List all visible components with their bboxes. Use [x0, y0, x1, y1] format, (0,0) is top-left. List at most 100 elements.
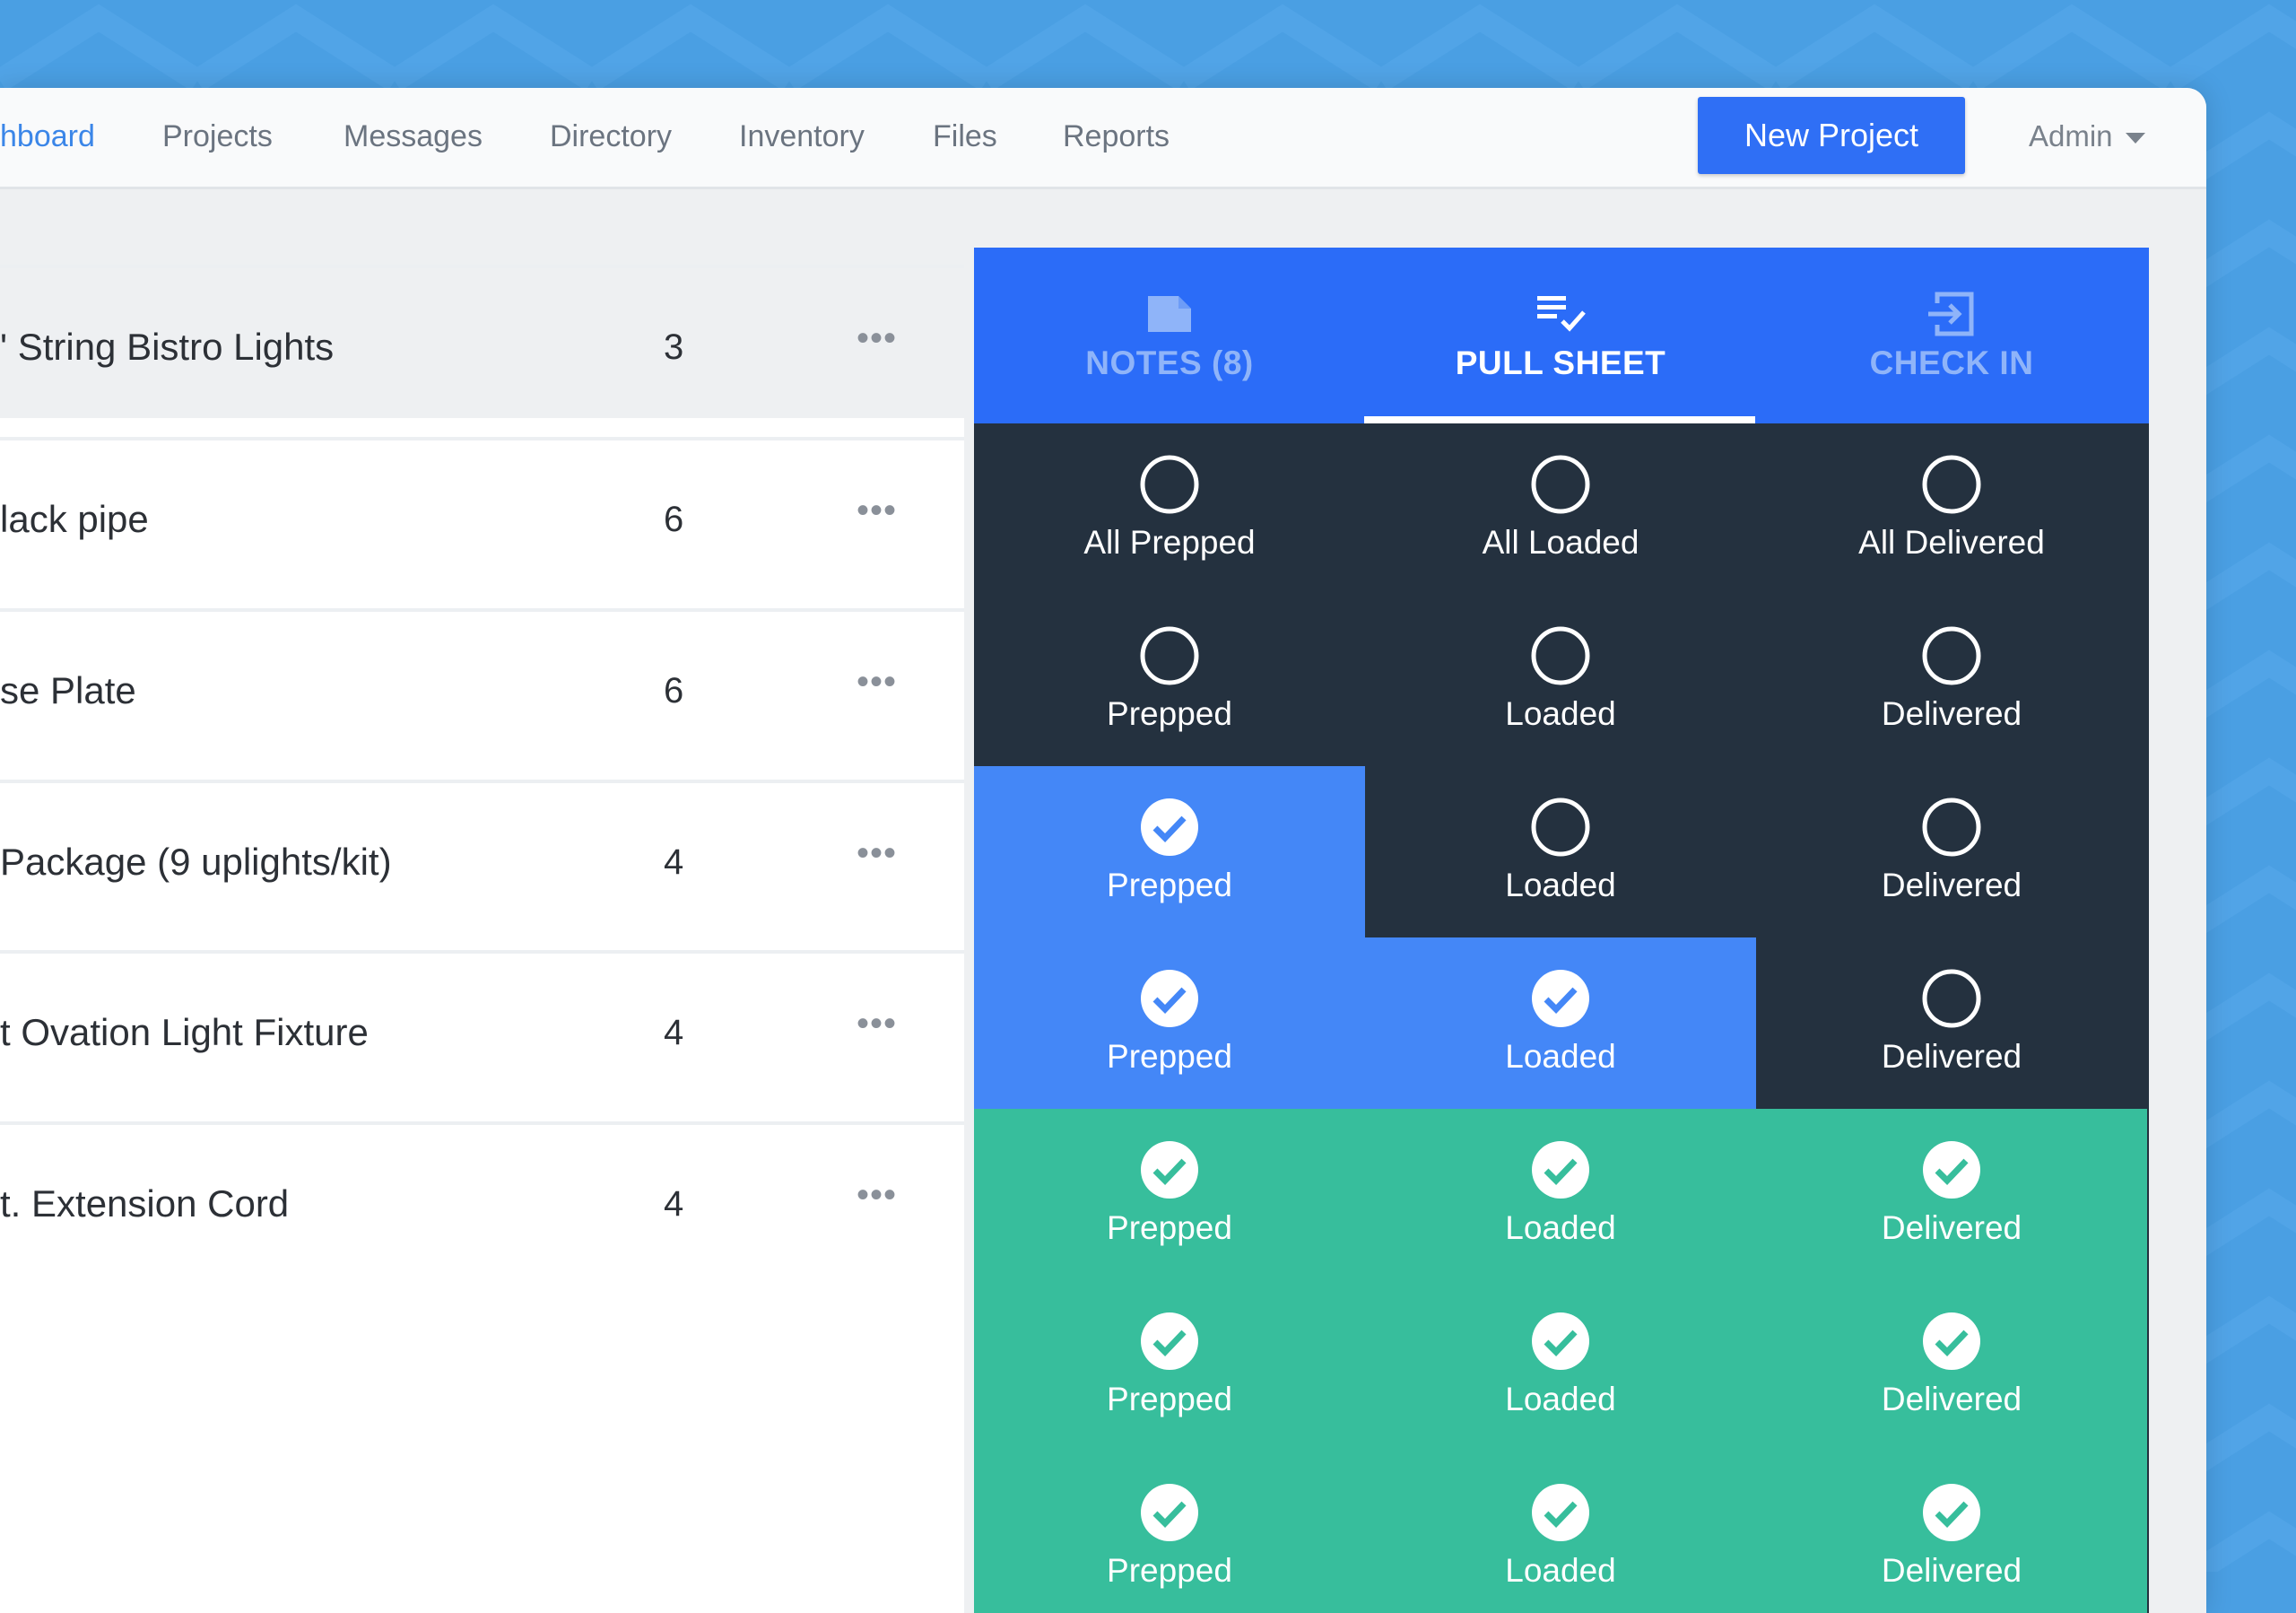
table-row[interactable]: lack pipe 6 ••• [0, 437, 964, 611]
table-row[interactable]: ' String Bistro Lights 3 ••• [0, 265, 964, 439]
status-label: Delivered [1881, 1038, 2022, 1075]
status-label: Delivered [1881, 1552, 2022, 1589]
table-row[interactable]: Package (9 uplights/kit) 4 ••• [0, 780, 964, 954]
check-circle-icon [1923, 1312, 1980, 1370]
status-toggle-delivered[interactable]: Delivered [1756, 937, 2147, 1109]
tab-check-in[interactable]: CHECK IN [1756, 248, 2147, 423]
status-toggle-prepped[interactable]: Prepped [974, 595, 1365, 766]
status-label: Delivered [1881, 695, 2022, 732]
tab-pull-sheet[interactable]: PULL SHEET [1365, 248, 1756, 423]
item-quantity: 4 [664, 842, 684, 882]
status-toggle-loaded[interactable]: Loaded [1365, 1452, 1756, 1613]
toggle-loaded-all[interactable]: All Loaded [1365, 423, 1756, 595]
nav-inventory[interactable]: Inventory [739, 118, 865, 154]
status-toggle-loaded[interactable]: Loaded [1365, 1280, 1756, 1452]
check-circle-icon [1923, 1141, 1980, 1199]
empty-circle-icon [1531, 455, 1590, 514]
table-row[interactable]: t Ovation Light Fixture 4 ••• [0, 950, 964, 1124]
status-label: Loaded [1505, 1552, 1616, 1589]
item-list: ' String Bistro Lights 3 ••• lack pipe 6 ••• s… [0, 265, 964, 1613]
status-toggle-delivered[interactable]: Delivered [1756, 766, 2147, 937]
check-circle-icon [1532, 1312, 1589, 1370]
admin-menu[interactable]: Admin [2029, 117, 2145, 156]
more-options-icon[interactable]: ••• [857, 662, 897, 702]
empty-circle-icon [1140, 626, 1199, 685]
status-label: Prepped [1107, 695, 1232, 732]
tab-notes-label: NOTES (8) [1085, 344, 1254, 381]
status-label: Loaded [1505, 695, 1616, 732]
notes-icon [1148, 296, 1191, 332]
toggle-delivered-all[interactable]: All Delivered [1756, 423, 2147, 595]
status-toggle-loaded[interactable]: Loaded [1365, 937, 1756, 1109]
empty-circle-icon [1922, 455, 1981, 514]
item-quantity: 4 [664, 1184, 684, 1224]
check-in-icon [1928, 292, 1974, 336]
empty-circle-icon [1922, 969, 1981, 1028]
status-toggle-loaded[interactable]: Loaded [1365, 1109, 1756, 1280]
toggle-prepped-all[interactable]: All Prepped [974, 423, 1365, 595]
status-toggle-delivered[interactable]: Delivered [1756, 1109, 2147, 1280]
nav-dashboard[interactable]: hboard [0, 118, 95, 154]
status-label: Prepped [1107, 1381, 1232, 1417]
check-circle-icon [1141, 1312, 1198, 1370]
status-toggle-prepped[interactable]: Prepped [974, 766, 1365, 937]
empty-circle-icon [1531, 798, 1590, 857]
more-options-icon[interactable]: ••• [857, 1004, 897, 1044]
tab-check-in-label: CHECK IN [1869, 344, 2034, 381]
item-quantity: 6 [664, 671, 684, 711]
tab-notes[interactable]: NOTES (8) [974, 248, 1365, 423]
status-toggle-prepped[interactable]: Prepped [974, 1280, 1365, 1452]
status-label: Delivered [1881, 867, 2022, 903]
nav-messages[interactable]: Messages [344, 118, 483, 154]
status-label: All Prepped [1083, 524, 1256, 561]
check-circle-icon [1532, 1484, 1589, 1541]
check-circle-icon [1532, 970, 1589, 1027]
nav-files[interactable]: Files [933, 118, 997, 154]
item-name: t Ovation Light Fixture [0, 1011, 369, 1053]
status-toggle-loaded[interactable]: Loaded [1365, 766, 1756, 937]
status-label: Prepped [1107, 867, 1232, 903]
empty-circle-icon [1140, 455, 1199, 514]
nav-reports[interactable]: Reports [1063, 118, 1170, 154]
check-circle-icon [1141, 1484, 1198, 1541]
item-name: t. Extension Cord [0, 1182, 290, 1225]
status-label: Prepped [1107, 1209, 1232, 1246]
status-label: Prepped [1107, 1552, 1232, 1589]
status-toggle-prepped[interactable]: Prepped [974, 937, 1365, 1109]
check-circle-icon [1141, 970, 1198, 1027]
item-quantity: 4 [664, 1013, 684, 1052]
pull-sheet-panel: NOTES (8) PULL SHEET CHECK IN All Preppe… [974, 248, 2149, 1613]
empty-circle-icon [1922, 798, 1981, 857]
item-name: se Plate [0, 669, 136, 711]
active-tab-indicator [1364, 416, 1755, 423]
status-toggle-delivered[interactable]: Delivered [1756, 595, 2147, 766]
more-options-icon[interactable]: ••• [857, 491, 897, 531]
tab-pull-sheet-label: PULL SHEET [1455, 344, 1666, 381]
status-toggle-loaded[interactable]: Loaded [1365, 595, 1756, 766]
item-quantity: 6 [664, 500, 684, 539]
status-toggle-delivered[interactable]: Delivered [1756, 1280, 2147, 1452]
status-label: Loaded [1505, 1209, 1616, 1246]
panel-tabs: NOTES (8) PULL SHEET CHECK IN [974, 248, 2149, 423]
table-row[interactable]: t. Extension Cord 4 ••• [0, 1121, 964, 1295]
more-options-icon[interactable]: ••• [857, 318, 897, 359]
status-label: All Delivered [1858, 524, 2045, 561]
checklist-icon [1537, 296, 1586, 332]
more-options-icon[interactable]: ••• [857, 833, 897, 874]
status-toggle-delivered[interactable]: Delivered [1756, 1452, 2147, 1613]
status-toggle-prepped[interactable]: Prepped [974, 1109, 1365, 1280]
top-nav: hboard Projects Messages Directory Inven… [0, 88, 2206, 189]
nav-projects[interactable]: Projects [162, 118, 273, 154]
check-circle-icon [1141, 1141, 1198, 1199]
check-circle-icon [1141, 798, 1198, 856]
empty-circle-icon [1922, 626, 1981, 685]
status-label: Loaded [1505, 867, 1616, 903]
status-label: Loaded [1505, 1038, 1616, 1075]
more-options-icon[interactable]: ••• [857, 1175, 897, 1216]
table-row[interactable]: se Plate 6 ••• [0, 608, 964, 782]
status-toggle-prepped[interactable]: Prepped [974, 1452, 1365, 1613]
caret-down-icon [2125, 133, 2145, 144]
new-project-button[interactable]: New Project [1698, 97, 1965, 174]
empty-circle-icon [1531, 626, 1590, 685]
nav-directory[interactable]: Directory [550, 118, 672, 154]
